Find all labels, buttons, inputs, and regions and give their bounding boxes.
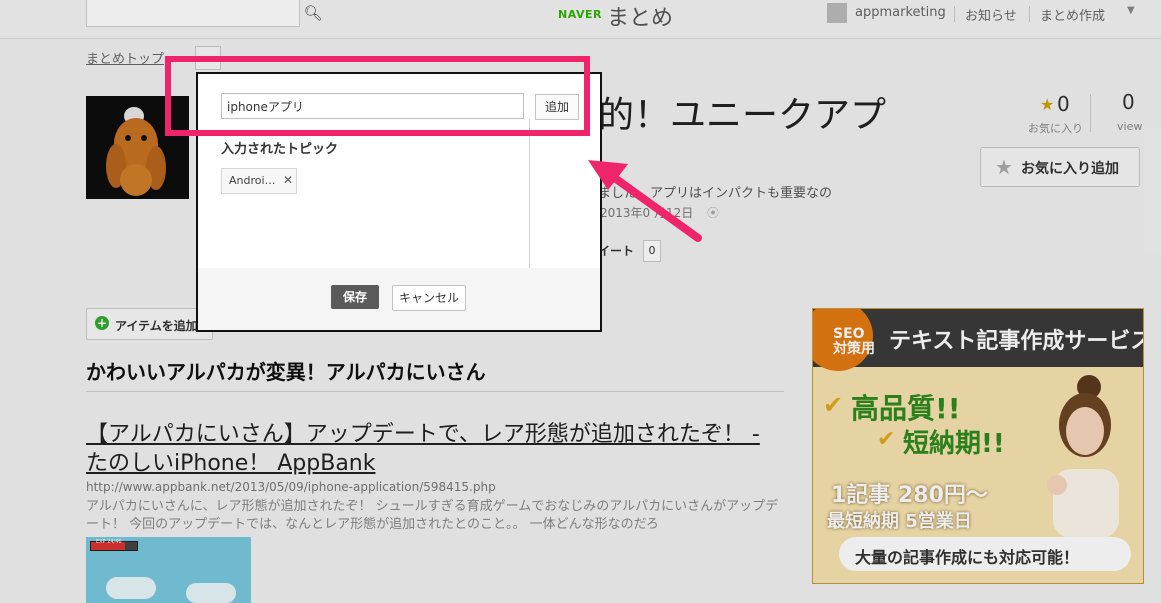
topics-label: 入力されたトピック [221, 142, 339, 157]
modal-footer: 保存 キャンセル [198, 268, 600, 330]
cancel-button[interactable]: キャンセル [392, 285, 466, 311]
topic-chip[interactable]: Androi… ✕ [221, 168, 297, 194]
save-button[interactable]: 保存 [331, 285, 379, 309]
topic-chip-label: Androi… [229, 174, 276, 187]
highlight-box [165, 56, 590, 136]
close-icon[interactable]: ✕ [283, 173, 293, 187]
